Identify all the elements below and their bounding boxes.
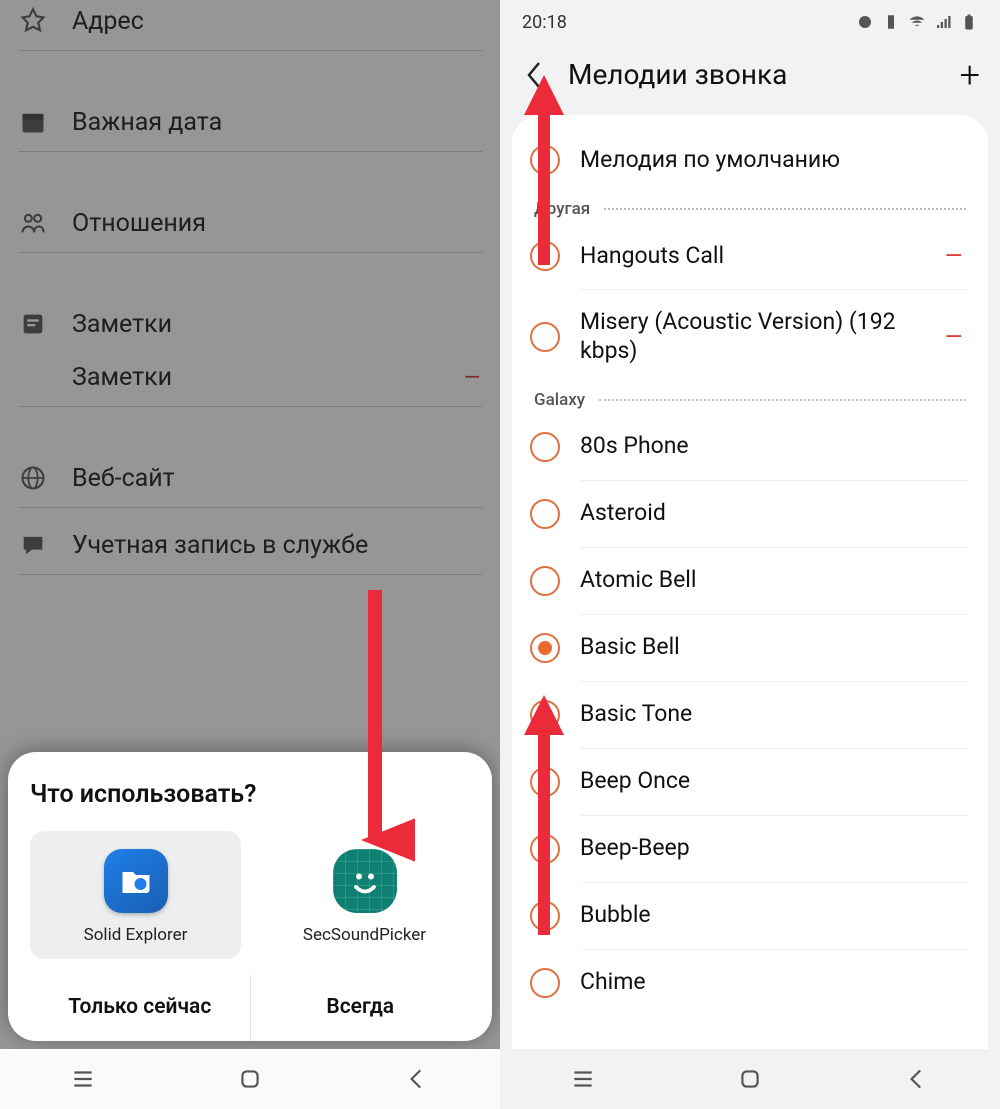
ringtone-item[interactable]: Beep Once [512,749,988,815]
nav-home-icon[interactable] [735,1064,765,1094]
ringtone-label: Chime [580,968,964,997]
app-option-solid-explorer[interactable]: Solid Explorer [30,831,241,959]
open-with-sheet: Что использовать? Solid Explorer SecSoun… [8,752,492,1041]
nav-recents-icon[interactable] [568,1064,598,1094]
button-just-once[interactable]: Только сейчас [30,975,250,1041]
app-option-secsoundpicker[interactable]: SecSoundPicker [259,831,470,959]
ringtone-label: Beep-Beep [580,834,964,863]
back-button[interactable] [520,61,548,89]
radio-icon[interactable] [530,834,560,864]
battery-icon [960,13,978,31]
radio-icon[interactable] [530,145,560,175]
ringtone-item[interactable]: Basic Tone [512,682,988,748]
ringtone-item[interactable]: Misery (Acoustic Version) (192 kbps)− [512,290,988,384]
sheet-title: Что использовать? [30,780,470,809]
ringtone-item[interactable]: Beep-Beep [512,816,988,882]
section-label: Galaxy [534,390,585,410]
app-label: Solid Explorer [84,925,188,945]
ringtone-item[interactable]: Atomic Bell [512,548,988,614]
radio-icon[interactable] [530,241,560,271]
right-screenshot: 20:18 Мелодии звонка + Мелодия по умолча… [500,0,1000,1109]
radio-icon[interactable] [530,767,560,797]
ringtone-label: 80s Phone [580,432,964,461]
ringtone-label: Misery (Acoustic Version) (192 kbps) [580,308,923,366]
section-header-galaxy: Galaxy [512,384,988,414]
system-nav-bar [0,1049,500,1109]
radio-icon[interactable] [530,322,560,352]
ringtone-item[interactable]: Hangouts Call− [512,223,988,289]
ringtone-label: Basic Tone [580,700,964,729]
radio-icon[interactable] [530,566,560,596]
alarm-icon [856,13,874,31]
system-nav-bar [500,1049,1000,1109]
secsoundpicker-icon [333,849,397,913]
page-title: Мелодии звонка [568,58,940,91]
vibrate-icon [882,13,900,31]
wifi-icon [908,13,926,31]
app-label: SecSoundPicker [303,925,426,945]
status-icons [856,13,978,31]
radio-icon[interactable] [530,968,560,998]
ringtone-item[interactable]: Bubble [512,883,988,949]
ringtone-label: Beep Once [580,767,964,796]
ringtone-item[interactable]: Basic Bell [512,615,988,681]
nav-back-icon[interactable] [402,1064,432,1094]
left-screenshot: Адрес Важная дата Отношения Заметки Заме… [0,0,500,1109]
ringtone-label: Basic Bell [580,633,964,662]
section-label: Другая [534,199,590,219]
radio-icon[interactable] [530,901,560,931]
radio-icon[interactable] [530,432,560,462]
ringtone-default[interactable]: Мелодия по умолчанию [512,127,988,193]
section-header-other: Другая [512,193,988,223]
nav-home-icon[interactable] [235,1064,265,1094]
ringtone-item[interactable]: Asteroid [512,481,988,547]
ringtone-list: Мелодия по умолчанию Другая Hangouts Cal… [512,115,988,1093]
ringtone-label: Hangouts Call [580,242,923,271]
nav-recents-icon[interactable] [68,1064,98,1094]
status-bar: 20:18 [500,0,1000,44]
ringtone-label: Atomic Bell [580,566,964,595]
screen-header: Мелодии звонка + [500,44,1000,115]
radio-icon[interactable] [530,633,560,663]
radio-icon[interactable] [530,499,560,529]
radio-icon[interactable] [530,700,560,730]
ringtone-label: Мелодия по умолчанию [580,146,964,175]
status-time: 20:18 [522,12,567,33]
ringtone-item[interactable]: 80s Phone [512,414,988,480]
ringtone-item[interactable]: Chime [512,950,988,1016]
nav-back-icon[interactable] [902,1064,932,1094]
ringtone-label: Asteroid [580,499,964,528]
signal-icon [934,13,952,31]
ringtone-label: Bubble [580,901,964,930]
solid-explorer-icon [104,849,168,913]
button-always[interactable]: Всегда [250,975,471,1041]
